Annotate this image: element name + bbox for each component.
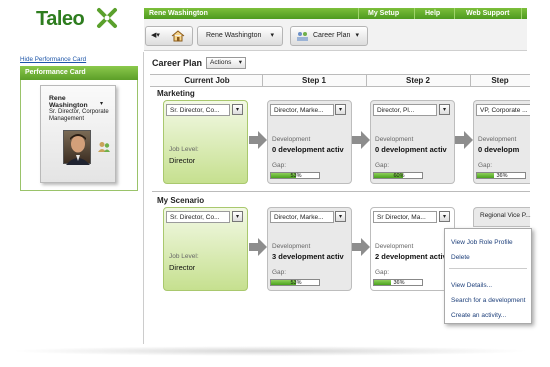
actions-label: Actions <box>210 59 232 66</box>
home-icon[interactable] <box>171 30 185 42</box>
arrow-right-icon <box>249 131 267 149</box>
column-step-3: Step <box>491 76 509 85</box>
dropdown-arrow-icon[interactable]: ▾ <box>335 211 346 222</box>
job-title-field: Director, Marke... <box>270 211 334 223</box>
chevron-down-icon: ▾ <box>355 32 359 39</box>
search-development-menu-item[interactable]: Search for a development <box>451 297 531 304</box>
chevron-down-icon[interactable]: ▾ <box>100 100 103 107</box>
job-title-field: Director, Pl... <box>373 104 437 116</box>
career-plan-title: Career Plan <box>152 58 203 68</box>
arrow-right-icon <box>352 131 370 149</box>
career-plan-button[interactable]: Career Plan ▾ <box>290 26 368 46</box>
employee-title: Sr. Director, Corporate Management <box>49 109 109 122</box>
job-level-label: Job Level: <box>169 253 199 260</box>
job-title-field: Director, Marke... <box>270 104 334 116</box>
gap-label: Gap: <box>375 162 390 169</box>
dropdown-arrow-icon[interactable]: ▾ <box>439 104 450 115</box>
user-dropdown[interactable]: Rene Washington ▾ <box>197 26 283 46</box>
taleo-x-logo-icon <box>97 8 117 28</box>
job-level-value: Director <box>169 156 196 165</box>
topbar-user-name: Rene Washington <box>149 10 208 17</box>
development-label: Development <box>272 136 311 143</box>
job-title-field: VP, Corporate ... <box>476 104 530 116</box>
development-value: 0 developm <box>478 145 520 154</box>
create-activity-menu-item[interactable]: Create an activity... <box>451 312 506 319</box>
development-label: Development <box>478 136 517 143</box>
performance-card-header: Performance Card <box>20 66 138 80</box>
arrow-right-icon <box>455 131 473 149</box>
development-label: Development <box>272 243 311 250</box>
section-title: Marketing <box>157 89 195 98</box>
page-shadow <box>10 346 530 356</box>
employee-photo <box>63 130 91 165</box>
section-title: My Scenario <box>157 196 205 205</box>
people-icon[interactable] <box>97 141 111 153</box>
arrow-right-icon <box>249 238 267 256</box>
gap-label: Gap: <box>272 162 287 169</box>
development-value: 3 development activ <box>272 252 344 261</box>
actions-dropdown[interactable]: Actions ▾ <box>206 57 246 69</box>
gap-percent: 53% <box>290 173 302 179</box>
job-level-value: Director <box>169 263 196 272</box>
chevron-down-icon: ▾ <box>270 32 274 39</box>
back-arrow-icon[interactable]: ◀▾ <box>151 27 160 45</box>
menu-divider <box>449 268 527 269</box>
hide-performance-card-link[interactable]: Hide Performance Card <box>20 56 86 63</box>
gap-percent: 36% <box>496 173 508 179</box>
career-plan-icon <box>297 32 308 41</box>
gap-label: Gap: <box>375 269 390 276</box>
development-value: 0 development activ <box>272 145 344 154</box>
user-dropdown-label: Rene Washington <box>206 32 262 39</box>
back-home-button[interactable]: ◀▾ <box>145 26 193 46</box>
my-setup-link[interactable]: My Setup <box>368 8 399 19</box>
section-divider <box>152 191 530 192</box>
dropdown-arrow-icon[interactable]: ▾ <box>439 211 450 222</box>
employee-last-name: Washington <box>49 102 88 109</box>
gap-label: Gap: <box>478 162 493 169</box>
dropdown-arrow-icon[interactable]: ▾ <box>232 104 243 115</box>
column-step-1: Step 1 <box>301 76 326 85</box>
delete-menu-item[interactable]: Delete <box>451 254 470 261</box>
taleo-logo: Taleo <box>36 8 85 30</box>
employee-first-name: Rene <box>49 95 66 102</box>
chevron-down-icon: ▾ <box>238 59 242 66</box>
development-value: 2 development activ <box>375 252 445 261</box>
column-step-2: Step 2 <box>405 76 430 85</box>
gap-percent: 60% <box>393 173 405 179</box>
development-label: Development <box>375 243 414 250</box>
gap-percent: 53% <box>290 280 302 286</box>
job-title-field: Regional Vice P... <box>480 212 531 219</box>
gap-label: Gap: <box>272 269 287 276</box>
view-job-role-profile-menu-item[interactable]: View Job Role Profile <box>451 239 513 246</box>
job-title-field: Sr Director, Ma... <box>373 211 437 223</box>
job-title-field: Sr. Director, Co... <box>166 104 230 116</box>
job-title-field: Sr. Director, Co... <box>166 211 230 223</box>
view-details-menu-item[interactable]: View Details... <box>451 282 492 289</box>
career-plan-label: Career Plan <box>313 32 351 39</box>
dropdown-arrow-icon[interactable]: ▾ <box>232 211 243 222</box>
arrow-right-icon <box>352 238 370 256</box>
web-support-link[interactable]: Web Support <box>466 8 509 19</box>
gap-percent: 36% <box>393 280 405 286</box>
development-label: Development <box>375 136 414 143</box>
dropdown-arrow-icon[interactable]: ▾ <box>335 104 346 115</box>
help-link[interactable]: Help <box>425 8 440 19</box>
job-level-label: Job Level: <box>169 146 199 153</box>
column-current-job: Current Job <box>184 76 230 85</box>
development-value: 0 development activ <box>375 145 447 154</box>
